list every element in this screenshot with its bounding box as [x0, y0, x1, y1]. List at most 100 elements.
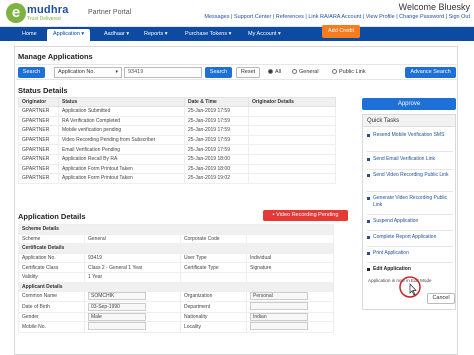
video-recording-pending-label: Video Recording Pending [276, 212, 339, 218]
filter-all-radio[interactable]: All [268, 69, 281, 75]
filter-public-link-label: Public Link [339, 69, 366, 75]
field-cell: Personal [246, 291, 334, 302]
field-label: Gender [18, 311, 85, 323]
cell-details [248, 115, 336, 127]
field-label [180, 271, 247, 283]
cell-originator: GPARTNER [18, 125, 59, 136]
scheme-details-heading: Scheme Details [18, 224, 334, 235]
field-label: Nationality [180, 311, 247, 323]
field-label: User Type [180, 252, 247, 264]
filter-public-link-radio[interactable]: Public Link [332, 69, 366, 75]
nav-application[interactable]: Application ▾ [47, 29, 91, 41]
portal-title: Partner Portal [88, 9, 132, 16]
divider [367, 214, 453, 215]
cell-originator: GPARTNER [18, 134, 59, 146]
cell-status: Mobile verification pending [58, 125, 185, 136]
field-value: Signature [246, 262, 334, 273]
edit-application-link[interactable]: Edit Application [363, 266, 457, 273]
logo-mark: e [6, 3, 26, 23]
table-row: GPARTNER Application Form Printout Taken 2… [18, 173, 336, 184]
send-video-public-link[interactable]: Send Video Recording Public Link [363, 172, 457, 179]
search-label-button[interactable]: Search [18, 67, 45, 78]
col-originator: Originator [18, 97, 59, 107]
radio-selected-icon [268, 69, 273, 74]
common-name-field[interactable]: SOMCHIK [88, 292, 146, 301]
gender-field[interactable]: Male [88, 313, 146, 322]
nav-home[interactable]: Home [22, 27, 37, 41]
cell-originator: GPARTNER [18, 115, 59, 127]
organization-field[interactable]: Personal [250, 292, 308, 301]
divider [367, 230, 453, 231]
divider [367, 169, 453, 170]
cell-status: Email Verification Pending [58, 144, 185, 155]
col-originator-details: Originator Details [248, 97, 336, 107]
nav-reports[interactable]: Reports ▾ [144, 27, 168, 41]
locality-field[interactable] [250, 322, 308, 331]
field-cell: 03-Sep-1990 [84, 300, 181, 313]
field-label: Organization [180, 291, 247, 302]
emudhra-logo[interactable]: e mudhra Trust Delivered [6, 3, 76, 23]
search-by-value: Application No. [58, 69, 95, 75]
cell-status: Application Recall By RA [58, 153, 185, 165]
field-value [246, 233, 334, 245]
field-value: General [84, 233, 181, 245]
cancel-button[interactable]: Cancel [427, 293, 455, 304]
complete-report-link[interactable]: Complete Report Application [363, 234, 457, 241]
cell-date: 25-Jan-2019 17:59 [184, 106, 249, 117]
filter-all-label: All [275, 69, 282, 75]
field-label: Application No. [18, 252, 85, 264]
cell-originator: GPARTNER [18, 153, 59, 165]
cell-details [248, 163, 336, 175]
print-application-link[interactable]: Print Application [363, 250, 457, 257]
mobile-field[interactable] [88, 322, 146, 331]
approve-button[interactable]: Approve [362, 98, 456, 110]
cell-date: 25-Jan-2019 18:00 [184, 153, 249, 165]
radio-icon [292, 69, 297, 74]
nav-purchase-tokens[interactable]: Purchase Tokens ▾ [185, 27, 231, 41]
field-label: Common Name [18, 291, 85, 302]
cell-originator: GPARTNER [18, 173, 59, 184]
application-details-table: Scheme Details Scheme General Corporate Co… [18, 224, 334, 334]
table-row: Date of Birth 03-Sep-1990 Department [18, 300, 334, 313]
send-email-link[interactable]: Send Email Verification Link [363, 156, 457, 163]
field-label: Certificate Type [180, 262, 247, 273]
video-recording-pending-button[interactable]: ▪ Video Recording Pending [263, 210, 348, 221]
suspend-application-link[interactable]: Suspend Application [363, 218, 457, 225]
table-row: Application No. 93419 User Type Individual [18, 252, 334, 264]
cell-originator: GPARTNER [18, 163, 59, 175]
search-by-select[interactable]: Application No. ▾ [54, 67, 122, 78]
table-row: Scheme General Corporate Code [18, 233, 334, 245]
table-row: GPARTNER Mobile verification pending 25-Ja… [18, 125, 336, 136]
generate-video-public-link[interactable]: Generate Video Recording Public Link [363, 195, 457, 208]
field-label: Validity [18, 271, 85, 283]
advance-search-button[interactable]: Advance Search [405, 67, 456, 78]
resend-mobile-sms-link[interactable]: Resend Mobile Verification SMS [363, 132, 457, 139]
logo-brand: mudhra [27, 4, 69, 16]
filter-general-radio[interactable]: General [292, 69, 319, 75]
search-input[interactable]: 93419 [124, 67, 202, 78]
dob-field[interactable]: 03-Sep-1990 [88, 302, 146, 311]
department-field[interactable] [250, 301, 308, 310]
mouse-cursor-icon [399, 276, 421, 298]
nav-my-account[interactable]: My Account ▾ [248, 27, 281, 41]
cell-details [248, 144, 336, 155]
top-links[interactable]: Messages | Support Center | References |… [204, 14, 470, 20]
add-credit-button[interactable]: Add Credit [322, 25, 360, 38]
nav-aadhaar[interactable]: Aadhaar ▾ [104, 27, 129, 41]
cell-details [248, 134, 336, 146]
cell-date: 25-Jan-2019 17:59 [184, 125, 249, 136]
cell-details [248, 173, 336, 184]
cell-status: Application Submitted [58, 106, 185, 117]
field-value: 1 Year [84, 271, 181, 283]
manage-applications-title: Manage Applications [18, 52, 93, 61]
search-button[interactable]: Search [205, 67, 232, 78]
quick-tasks-heading: Quick Tasks [363, 115, 455, 127]
divider [367, 262, 453, 263]
cell-date: 25-Jan-2019 17:59 [184, 144, 249, 155]
nationality-field[interactable]: Indian [250, 313, 308, 322]
field-label: Date of Birth [18, 300, 85, 313]
section-header: Scheme Details [18, 224, 334, 235]
welcome-text: Welcome Bluesky [398, 2, 470, 12]
reset-button[interactable]: Reset [236, 67, 260, 78]
field-cell: SOMCHIK [84, 291, 181, 302]
